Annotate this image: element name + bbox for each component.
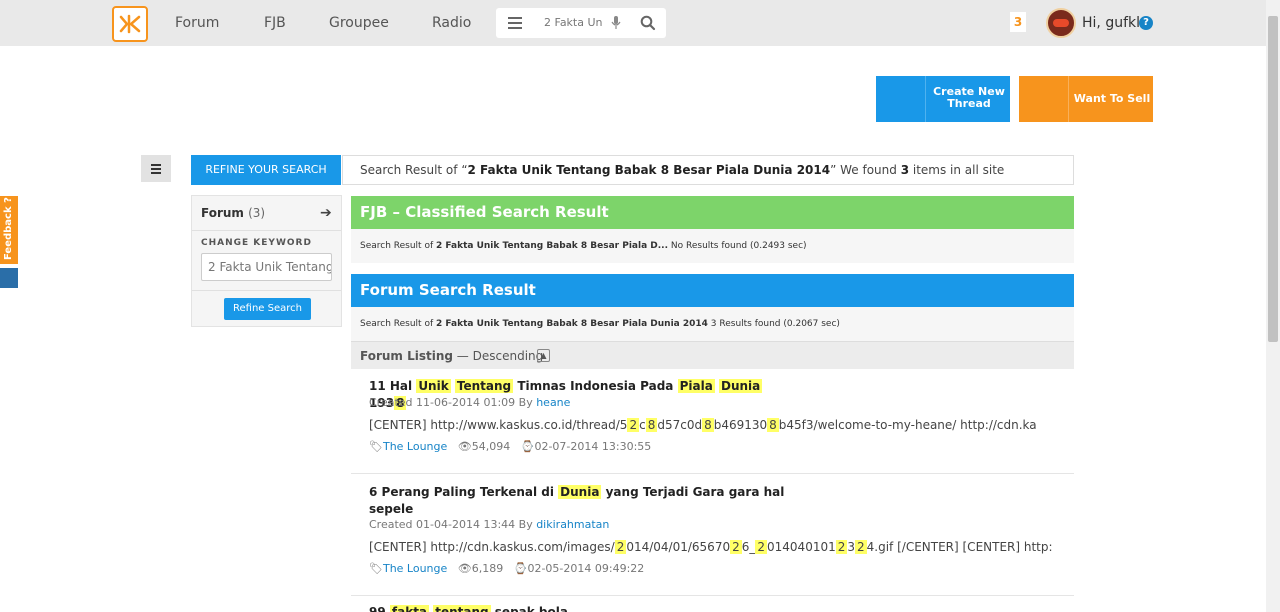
fjb-result-title: FJB – Classified Search Result [351,196,1074,229]
summary-mid: ” We found [830,163,901,177]
thread-excerpt: [CENTER] http://www.kaskus.co.id/thread/… [369,418,1037,432]
search-menu-icon[interactable] [508,17,522,29]
author-link[interactable]: heane [536,396,570,409]
fjb-result-line: Search Result of 2 Fakta Unik Tentang Ba… [351,229,1074,263]
summary-prefix: Search Result of “ [360,163,468,177]
views-icon: 👁 [457,440,472,453]
divider [192,230,341,231]
nav-radio[interactable]: Radio [432,15,471,31]
sell-icon [1019,76,1069,122]
views-icon: 👁 [457,562,472,575]
search-summary: Search Result of “2 Fakta Unik Tentang B… [342,155,1074,185]
forum-listing-header: Forum Listing — Descending ▲ [351,341,1074,369]
tag-icon: 🏷 [369,440,383,453]
thread-excerpt: [CENTER] http://cdn.kaskus.com/images/2 0… [369,540,1053,554]
thread-title[interactable]: 99 fakta tentang sepak bola [369,604,799,612]
category-link[interactable]: The Lounge [383,440,447,453]
view-count: 54,094 [471,440,511,453]
summary-suffix: items in all site [909,163,1005,177]
collapse-icon[interactable]: ▲ [537,349,550,362]
listing-order: — Descending [452,349,544,363]
create-thread-icon [876,76,926,122]
keyword-input[interactable]: 2 Fakta Unik Tentang [201,253,332,281]
create-thread-button[interactable]: Create New Thread [876,76,1010,122]
clock-icon: ⌚ [520,440,535,453]
search-box[interactable]: 2 Fakta Un [496,8,666,38]
search-icon[interactable] [640,15,656,31]
microphone-icon[interactable] [611,16,621,30]
forum-result-title: Forum Search Result [351,274,1074,307]
view-count: 6,189 [471,562,504,575]
list-item[interactable]: 11 Hal Unik Tentang Timnas Indonesia Pad… [351,369,1074,474]
top-navbar: Forum FJB Groupee Radio 2 Fakta Un 3 Hi,… [0,0,1266,46]
want-to-sell-label: Want To Sell [1073,92,1151,105]
divider [192,290,341,291]
thread-created: Created 11-06-2014 01:09 By heane [369,396,570,409]
feedback-tab[interactable]: Feedback ? [0,196,18,264]
notification-badge[interactable]: 3 [1010,12,1026,32]
summary-query: 2 Fakta Unik Tentang Babak 8 Besar Piala… [467,163,831,177]
tag-icon: 🏷 [369,562,383,575]
refine-search-tab[interactable]: REFINE YOUR SEARCH [191,155,341,185]
avatar[interactable] [1046,8,1076,38]
created-text: Created 11-06-2014 01:09 By [369,396,537,409]
change-keyword-label: CHANGE KEYWORD [201,238,312,248]
nav-fjb[interactable]: FJB [264,15,286,31]
forum-filter-label: Forum [201,206,244,220]
thread-date: 02-07-2014 13:30:55 [534,440,652,453]
category-link[interactable]: The Lounge [383,562,447,575]
list-item[interactable]: 99 fakta tentang sepak bola [351,596,1074,612]
nav-forum[interactable]: Forum [175,15,219,31]
user-greeting[interactable]: Hi, gufkl [1082,15,1140,31]
forum-prefix: Search Result of [360,319,436,329]
forum-filter-count: (3) [248,206,266,220]
summary-count: 3 [900,163,910,177]
thread-title[interactable]: 6 Perang Paling Terkenal di Dunia yang T… [369,484,799,518]
author-link[interactable]: dikirahmatan [536,518,609,531]
sidebar-toggle-icon[interactable] [141,155,171,182]
want-to-sell-button[interactable]: Want To Sell [1019,76,1153,122]
kaskus-logo[interactable] [112,6,148,42]
clock-icon: ⌚ [513,562,528,575]
search-input[interactable]: 2 Fakta Un [544,16,602,29]
created-text: Created 01-04-2014 13:44 By [369,518,537,531]
forum-query: 2 Fakta Unik Tentang Babak 8 Besar Piala… [436,319,708,329]
thread-meta: 🏷The Lounge 👁54,094 ⌚02-07-2014 13:30:55 [369,440,651,453]
feedback-label: Feedback ? [3,197,14,260]
forum-filter[interactable]: Forum (3) [201,206,265,220]
fjb-prefix: Search Result of [360,241,436,251]
thread-date: 02-05-2014 09:49:22 [527,562,645,575]
list-item[interactable]: 6 Perang Paling Terkenal di Dunia yang T… [351,474,1074,596]
nav-groupee[interactable]: Groupee [329,15,389,31]
thread-meta: 🏷The Lounge 👁6,189 ⌚02-05-2014 09:49:22 [369,562,644,575]
refine-search-button[interactable]: Refine Search [224,298,311,320]
forum-suffix: 3 Results found (0.2067 sec) [707,319,840,329]
thread-created: Created 01-04-2014 13:44 By dikirahmatan [369,518,609,531]
help-icon[interactable]: ? [1139,16,1153,30]
create-thread-label: Create New Thread [933,85,1005,110]
feedback-icon[interactable] [0,268,18,288]
refine-panel: Forum (3) ➔ CHANGE KEYWORD 2 Fakta Unik … [191,195,342,327]
arrow-right-icon[interactable]: ➔ [320,205,332,221]
scrollbar-thumb[interactable] [1268,16,1278,342]
listing-label: Forum Listing [360,349,453,363]
fjb-suffix: No Results found (0.2493 sec) [668,241,807,251]
fjb-query: 2 Fakta Unik Tentang Babak 8 Besar Piala… [436,241,669,251]
forum-result-line: Search Result of 2 Fakta Unik Tentang Ba… [351,307,1074,341]
